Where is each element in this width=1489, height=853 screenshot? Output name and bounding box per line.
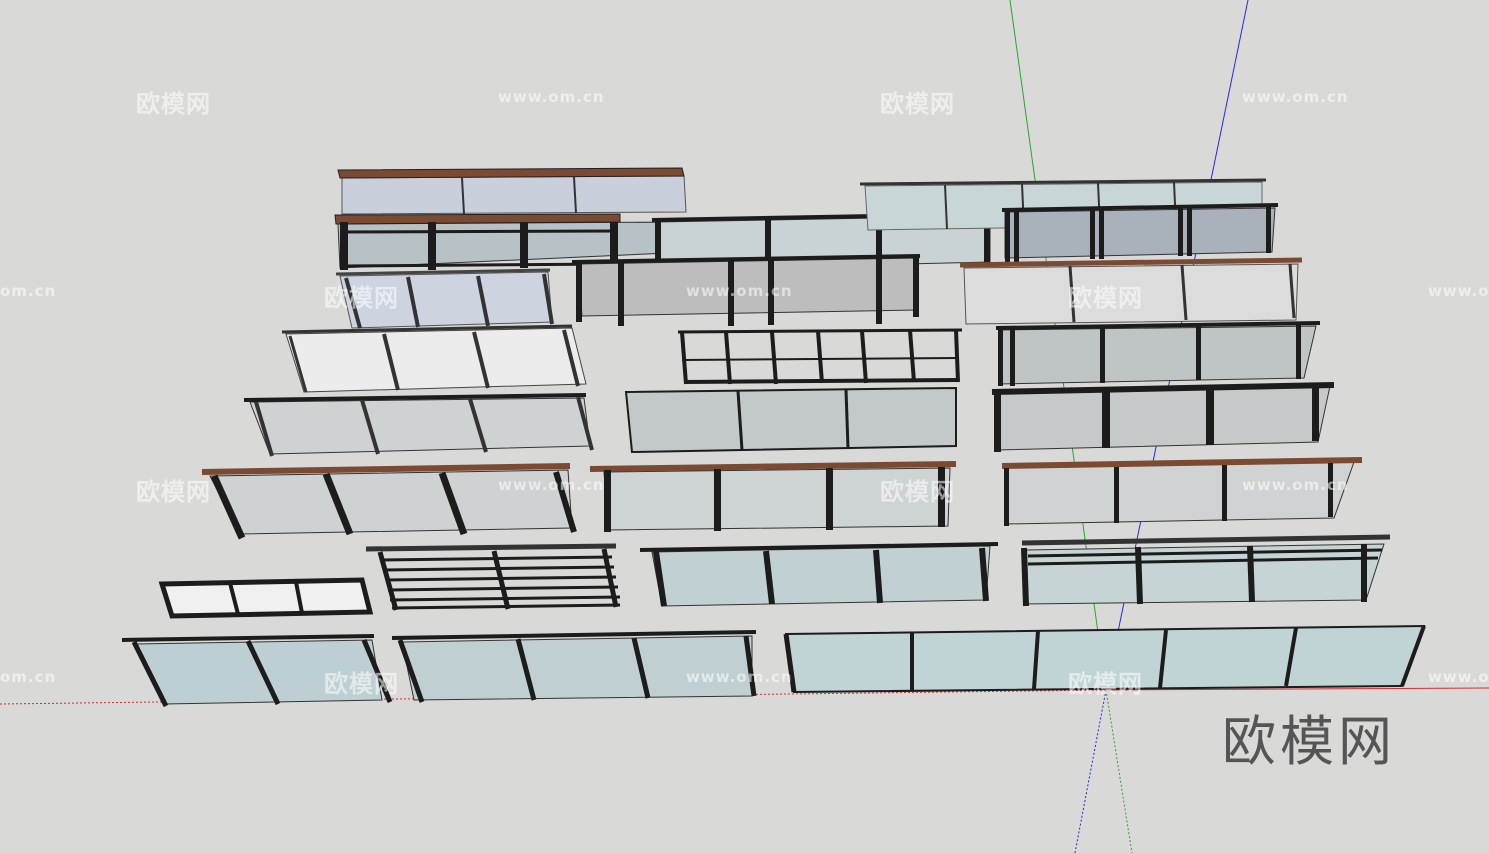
blue-axis-negative — [1074, 689, 1107, 853]
railing-model-thick-post-grey[interactable] — [991, 382, 1335, 452]
railing-model-wood-top-grey-panels[interactable] — [1001, 457, 1363, 526]
railing-model-wood-top-slanted[interactable] — [201, 463, 577, 540]
green-axis-negative — [1105, 689, 1133, 853]
sketchup-viewport[interactable]: 欧模网 www.om.cn 欧模网 www.om.cn om.cn 欧模网 ww… — [0, 0, 1489, 853]
railing-model-clamp-glass-blue[interactable] — [639, 542, 999, 607]
railing-model-long-clamp-glass[interactable] — [391, 630, 757, 703]
railing-model-handrail-clamp-glass[interactable] — [243, 393, 594, 457]
brand-logo: 欧模网 — [1222, 710, 1396, 773]
railing-model-clamp-glass-light[interactable] — [335, 268, 554, 329]
railing-model-double-rail-glass[interactable] — [1021, 534, 1391, 607]
railing-model-white-glass-clamps[interactable] — [281, 324, 587, 393]
railing-model-wood-top-glass[interactable] — [337, 167, 687, 215]
railing-model-tall-posts[interactable] — [571, 254, 921, 326]
railing-model-vertical-balusters[interactable] — [677, 328, 963, 385]
railing-model-slant-clamp-glass[interactable] — [121, 634, 393, 708]
railing-model-long-glass-panels[interactable] — [783, 624, 1426, 694]
railing-model-black-double-post[interactable] — [1001, 203, 1279, 262]
railing-model-wood-top-posts[interactable] — [589, 461, 957, 532]
railing-model-wood-top-clamp-glass[interactable] — [959, 257, 1303, 325]
railing-model-frameless-panels[interactable] — [624, 386, 957, 454]
railing-model-black-frame-grey-glass[interactable] — [995, 321, 1321, 386]
railing-model-horizontal-bars[interactable] — [365, 543, 621, 611]
railing-model-window-frame[interactable] — [158, 577, 374, 619]
